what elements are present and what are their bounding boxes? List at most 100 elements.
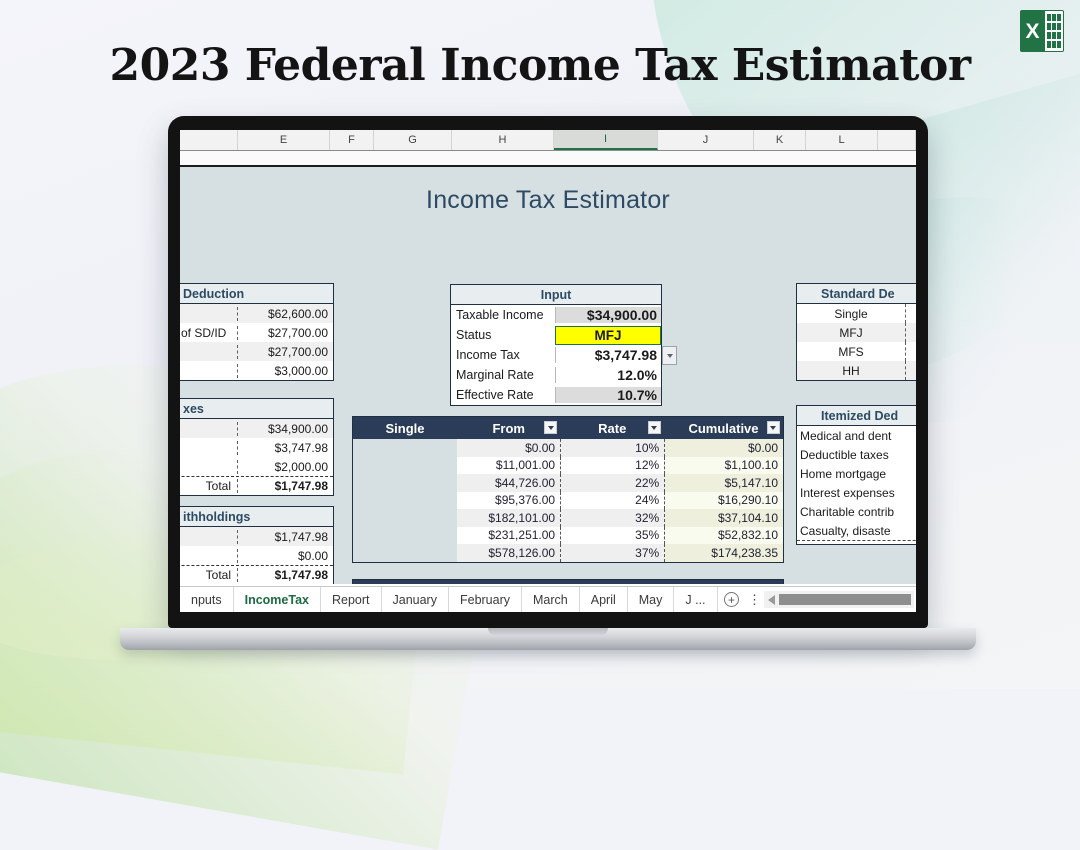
laptop-notch xyxy=(488,628,608,636)
sheet-tab-march[interactable]: March xyxy=(522,587,580,612)
table-row: $95,376.00 24% $16,290.10 xyxy=(353,491,783,509)
sheet-menu-icon[interactable]: ⋮ xyxy=(746,587,764,612)
sheet-tab-bar: nputs IncomeTax Report January February March… xyxy=(180,586,916,612)
list-item: Casualty, disaste xyxy=(797,521,916,540)
bracket-rate: 24% xyxy=(561,491,666,509)
bracket-table-header: MFJ From Rate Cumulative xyxy=(353,580,783,584)
marginal-rate-value: 12.0% xyxy=(555,367,661,383)
income-tax-value: $3,747.98 xyxy=(555,347,661,363)
laptop-lid: EFGHIJKL Income Tax Estimator Deduction … xyxy=(168,116,928,628)
bracket-rate: 32% xyxy=(561,509,666,527)
sheet-tab-april[interactable]: April xyxy=(580,587,628,612)
status-dropdown-button[interactable] xyxy=(662,346,677,365)
column-header-E[interactable]: E xyxy=(238,130,330,150)
status-select[interactable]: MFJ xyxy=(555,325,661,345)
filter-icon[interactable] xyxy=(544,421,558,434)
effective-rate-row: Effective Rate 10.7% xyxy=(451,385,661,405)
bracket-from: $182,101.00 xyxy=(457,509,562,527)
sheet-tab-report[interactable]: Report xyxy=(321,587,382,612)
deduction-row-value: $3,000.00 xyxy=(237,363,333,378)
table-row: $11,001.00 12% $1,100.10 xyxy=(353,456,783,474)
list-item: Charitable contrib xyxy=(797,502,916,521)
column-header-K[interactable]: K xyxy=(754,130,806,150)
column-header-J[interactable]: J xyxy=(658,130,754,150)
deduction-panel-header: Deduction xyxy=(180,284,333,304)
marginal-rate-label: Marginal Rate xyxy=(456,368,534,382)
table-row: $62,600.00 xyxy=(180,304,333,323)
sheet-tab-february[interactable]: February xyxy=(449,587,523,612)
divider xyxy=(797,540,916,544)
scroll-left-arrow-icon[interactable] xyxy=(767,594,775,605)
sheet-tab-incometax[interactable]: IncomeTax xyxy=(234,587,321,612)
standard-deduction-header: Standard De xyxy=(797,284,916,304)
horizontal-scrollbar[interactable] xyxy=(763,591,914,608)
table-row: Single xyxy=(797,304,916,323)
table-row: $3,000.00 xyxy=(180,361,333,380)
bracket-from: $11,001.00 xyxy=(457,456,562,474)
single-bracket-table: Single From Rate Cumulative $0.00 10% $0… xyxy=(352,416,784,563)
column-header-cumulative: Cumulative xyxy=(664,580,783,585)
withholdings-panel: ithholdings $1,747.98 $0.00 Total $1,747… xyxy=(180,506,334,584)
bracket-cumulative: $37,104.10 xyxy=(665,509,783,527)
effective-rate-label: Effective Rate xyxy=(456,388,534,402)
filter-icon[interactable] xyxy=(647,421,661,434)
add-sheet-button[interactable]: + xyxy=(718,587,746,612)
input-panel-header: Input xyxy=(451,285,661,305)
standard-deduction-status: MFJ xyxy=(839,325,863,340)
taxes-row-value: $3,747.98 xyxy=(237,440,333,455)
taxes-row-value: $2,000.00 xyxy=(237,459,333,474)
deduction-row-value: $27,700.00 xyxy=(237,344,333,359)
bracket-cumulative: $1,100.10 xyxy=(665,456,783,474)
standard-deduction-status: HH xyxy=(842,363,860,378)
status-row: Status MFJ xyxy=(451,325,677,365)
taxable-income-row: Taxable Income $34,900.00 xyxy=(451,305,661,325)
table-row: $27,700.00 xyxy=(180,342,333,361)
column-header-blank[interactable] xyxy=(878,130,916,150)
scrollbar-thumb[interactable] xyxy=(778,594,911,605)
column-header-H[interactable]: H xyxy=(452,130,554,150)
bracket-from: $0.00 xyxy=(457,439,562,457)
table-row: $2,000.00 xyxy=(180,457,333,476)
taxes-panel: xes $34,900.00 $3,747.98 $2,000.00 Total… xyxy=(180,398,334,496)
deduction-row-label: of SD/ID xyxy=(181,325,227,340)
column-header-row: EFGHIJKL xyxy=(180,130,916,151)
bracket-cumulative: $5,147.10 xyxy=(665,474,783,492)
table-row: $34,900.00 xyxy=(180,419,333,438)
sheet-tab-nputs[interactable]: nputs xyxy=(180,587,234,612)
bracket-cumulative: $16,290.10 xyxy=(665,491,783,509)
standard-deduction-status: Single xyxy=(834,306,868,321)
itemized-deduction-label: Medical and dent xyxy=(800,428,892,443)
bracket-from: $95,376.00 xyxy=(457,491,562,509)
column-header-L[interactable]: L xyxy=(806,130,878,150)
sheet-tab-may[interactable]: May xyxy=(628,587,675,612)
marginal-rate-row: Marginal Rate 12.0% xyxy=(451,365,661,385)
filter-icon[interactable] xyxy=(766,421,780,434)
standard-deduction-status: MFS xyxy=(838,344,864,359)
sheet-tab-j[interactable]: J ... xyxy=(674,587,718,612)
column-header-from: From xyxy=(457,580,560,585)
column-header-I[interactable]: I xyxy=(554,130,658,150)
column-header-blank[interactable] xyxy=(180,130,238,150)
bracket-table-name: MFJ xyxy=(353,580,457,585)
bracket-table-header: Single From Rate Cumulative xyxy=(353,417,783,439)
mfj-bracket-table: MFJ From Rate Cumulative xyxy=(352,579,784,584)
column-header-G[interactable]: G xyxy=(374,130,452,150)
withholdings-total-row: Total $1,747.98 xyxy=(180,565,333,584)
worksheet-area: Income Tax Estimator Deduction $62,600.0… xyxy=(180,167,916,584)
taxes-row-value: $34,900.00 xyxy=(237,421,333,436)
table-row: HH xyxy=(797,361,916,380)
column-header-F[interactable]: F xyxy=(330,130,374,150)
itemized-deduction-header: Itemized Ded xyxy=(797,406,916,426)
table-row: of SD/ID $27,700.00 xyxy=(180,323,333,342)
list-item: Interest expenses xyxy=(797,483,916,502)
bracket-cumulative: $0.00 xyxy=(665,439,783,457)
column-header-from: From xyxy=(457,417,560,439)
laptop-mockup: EFGHIJKL Income Tax Estimator Deduction … xyxy=(120,116,976,650)
list-item: Medical and dent xyxy=(797,426,916,445)
plus-icon: + xyxy=(724,592,740,607)
taxable-income-value[interactable]: $34,900.00 xyxy=(555,307,661,323)
deduction-row-value: $27,700.00 xyxy=(237,325,333,340)
table-row: $578,126.00 37% $174,238.35 xyxy=(353,544,783,562)
sheet-tab-january[interactable]: January xyxy=(382,587,449,612)
table-row: $44,726.00 22% $5,147.10 xyxy=(353,474,783,492)
